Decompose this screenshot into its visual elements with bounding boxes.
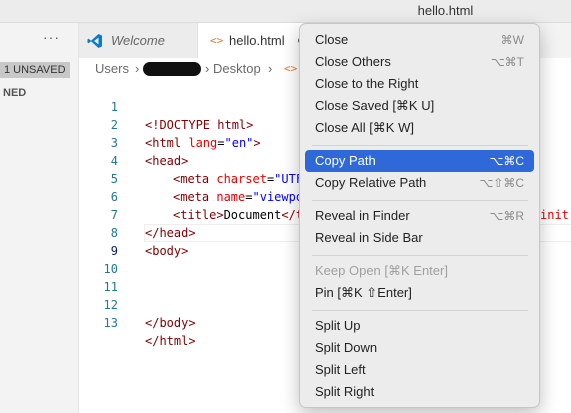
menu-item-close-saved[interactable]: Close Saved [⌘K U] xyxy=(305,95,534,117)
menu-item-label: Copy Relative Path xyxy=(315,175,427,190)
sidebar-section-header[interactable]: NED xyxy=(3,87,26,99)
menu-item-label: Reveal in Side Bar xyxy=(315,230,423,245)
menu-item-split-up[interactable]: Split Up xyxy=(305,315,534,337)
menu-item-reveal-in-side-bar[interactable]: Reveal in Side Bar xyxy=(305,227,534,249)
title-bar: hello.html xyxy=(0,0,571,23)
menu-item-copy-relative-path[interactable]: Copy Relative Path ⌥⇧⌘C xyxy=(305,172,534,194)
window-title: hello.html xyxy=(417,3,474,18)
menu-item-split-left[interactable]: Split Left xyxy=(305,359,534,381)
breadcrumb-separator: › xyxy=(135,61,140,76)
menu-item-shortcut: ⌥⌘T xyxy=(490,55,524,69)
tab-label: hello.html xyxy=(229,33,285,48)
menu-item-label: Split Right xyxy=(315,384,375,399)
menu-item-label: Keep Open [⌘K Enter] xyxy=(315,263,448,278)
menu-item-copy-path[interactable]: Copy Path ⌥⌘C xyxy=(305,150,534,172)
menu-item-close-all[interactable]: Close All [⌘K W] xyxy=(305,117,534,139)
menu-separator xyxy=(312,145,528,146)
sidebar: ··· 1 UNSAVED NED xyxy=(0,23,79,413)
menu-separator xyxy=(312,255,528,256)
menu-item-label: Split Down xyxy=(315,340,378,355)
menu-item-label: Reveal in Finder xyxy=(315,208,410,223)
menu-item-label: Split Left xyxy=(315,362,366,377)
code-token: </body> xyxy=(145,316,196,330)
breadcrumb-users[interactable]: Users xyxy=(95,58,129,80)
menu-item-close-to-the-right[interactable]: Close to the Right xyxy=(305,73,534,95)
unsaved-badge: 1 UNSAVED xyxy=(0,62,70,78)
redacted-username xyxy=(143,62,201,76)
menu-item-keep-open[interactable]: Keep Open [⌘K Enter] xyxy=(305,260,534,282)
more-actions-icon[interactable]: ··· xyxy=(43,29,60,45)
breadcrumb-separator: › xyxy=(205,61,210,76)
menu-item-pin[interactable]: Pin [⌘K ⇧Enter] xyxy=(305,282,534,304)
menu-item-shortcut: ⌥⇧⌘C xyxy=(479,176,524,190)
breadcrumb-desktop[interactable]: Desktop xyxy=(213,58,261,80)
menu-item-shortcut: ⌘W xyxy=(500,33,524,47)
menu-separator xyxy=(312,310,528,311)
menu-item-reveal-in-finder[interactable]: Reveal in Finder ⌥⌘R xyxy=(305,205,534,227)
menu-item-label: Pin [⌘K ⇧Enter] xyxy=(315,285,412,300)
menu-item-label: Copy Path xyxy=(315,153,376,168)
menu-item-shortcut: ⌥⌘R xyxy=(489,209,525,223)
menu-item-label: Close Others xyxy=(315,54,391,69)
line-number: 13 xyxy=(103,316,118,330)
tab-context-menu: Close ⌘W Close Others ⌥⌘T Close to the R… xyxy=(299,23,540,408)
menu-separator xyxy=(312,200,528,201)
menu-item-split-right[interactable]: Split Right xyxy=(305,381,534,403)
vscode-logo-icon xyxy=(87,34,102,48)
menu-item-label: Close to the Right xyxy=(315,76,419,91)
menu-item-close[interactable]: Close ⌘W xyxy=(305,29,534,51)
breadcrumb-separator: › xyxy=(268,61,273,76)
menu-item-label: Close xyxy=(315,32,349,47)
menu-item-shortcut: ⌥⌘C xyxy=(489,154,525,168)
menu-item-label: Split Up xyxy=(315,318,361,333)
menu-item-label: Close All [⌘K W] xyxy=(315,120,414,135)
menu-item-label: Close Saved [⌘K U] xyxy=(315,98,435,113)
tab-label: Welcome xyxy=(111,33,165,48)
tab-hello-html[interactable]: <> hello.html xyxy=(198,23,308,58)
menu-item-split-down[interactable]: Split Down xyxy=(305,337,534,359)
html-file-icon: <> xyxy=(210,34,224,47)
code-token: </html> xyxy=(145,334,196,348)
menu-item-close-others[interactable]: Close Others ⌥⌘T xyxy=(305,51,534,73)
tab-welcome[interactable]: Welcome xyxy=(79,23,198,58)
html-file-icon[interactable]: <> xyxy=(284,58,297,80)
